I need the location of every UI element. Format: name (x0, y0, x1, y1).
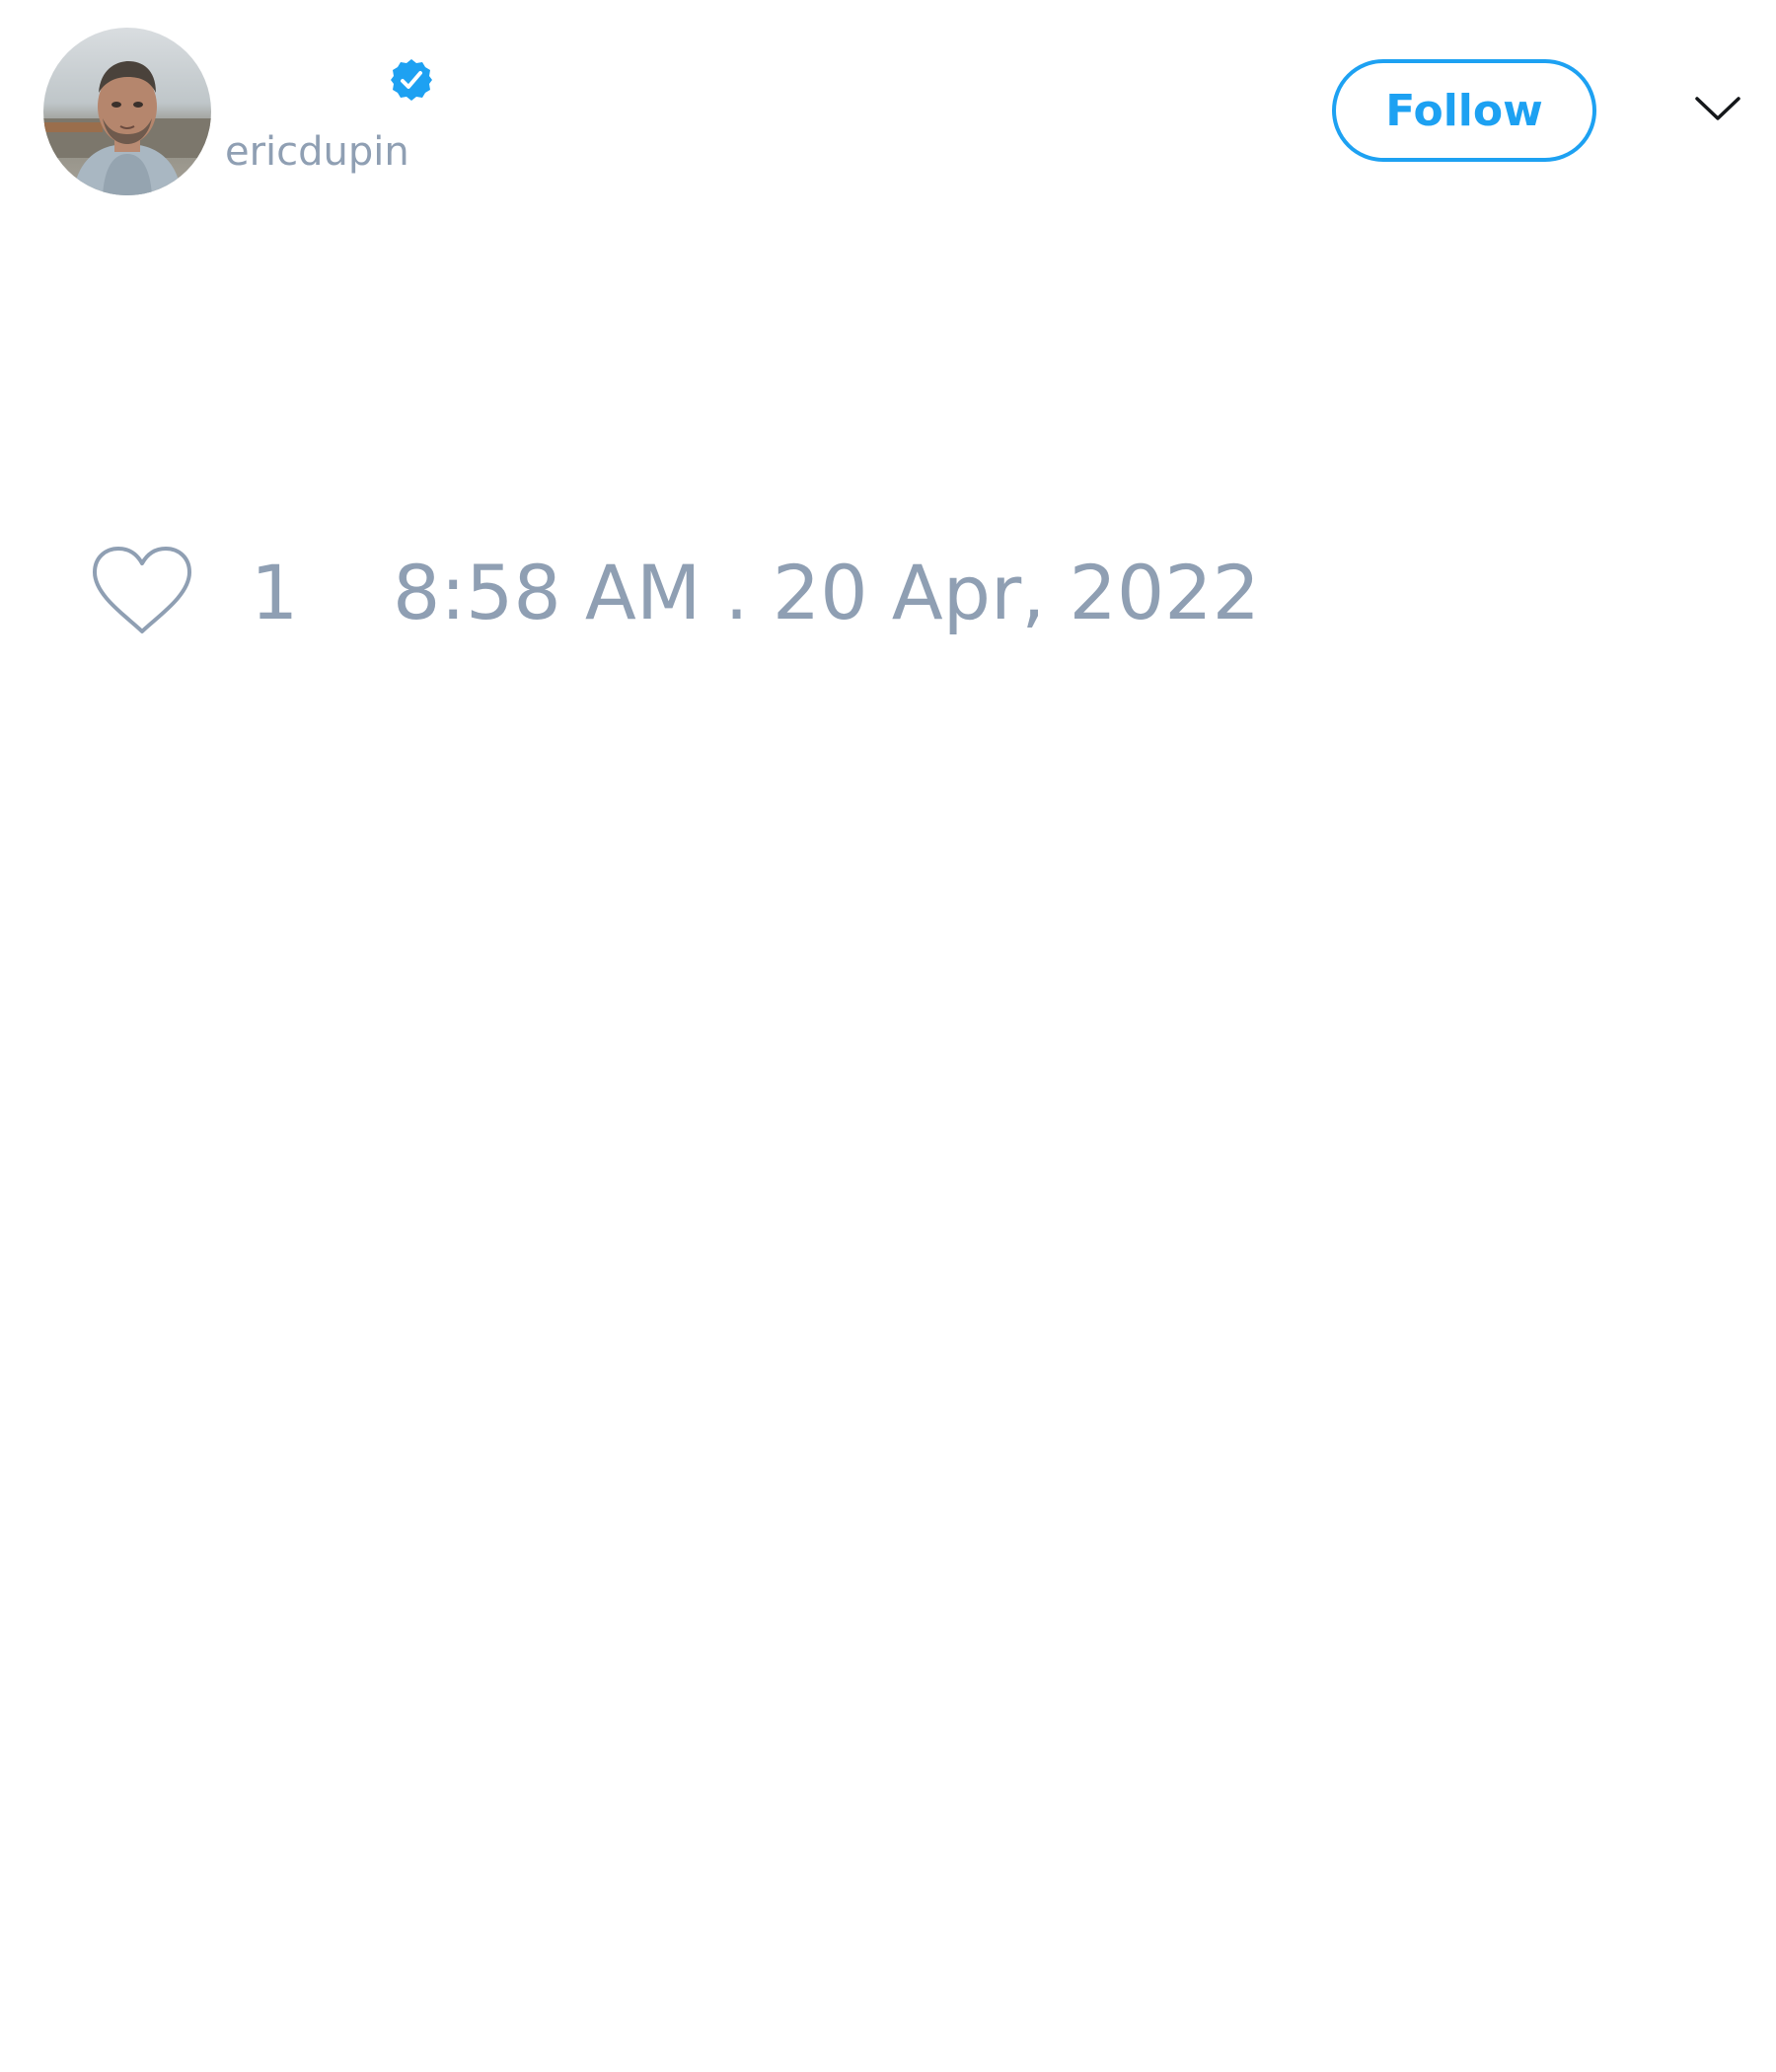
avatar-photo (43, 28, 211, 195)
author-handle[interactable]: ericdupin (225, 128, 409, 176)
avatar[interactable] (43, 28, 211, 195)
follow-button[interactable]: Follow (1332, 59, 1596, 162)
tweet-embed-card: ericdupin Follow 1 8:58 AM . 20 Apr, 202… (0, 0, 1776, 2072)
tweet-timestamp[interactable]: 8:58 AM . 20 Apr, 2022 (393, 551, 1260, 635)
chevron-down-icon[interactable] (1693, 89, 1742, 128)
tweet-header: ericdupin Follow (0, 0, 1776, 217)
verified-badge-icon (389, 57, 434, 103)
like-count: 1 (251, 549, 299, 636)
heart-outline-icon[interactable] (89, 543, 195, 637)
tweet-footer: 1 8:58 AM . 20 Apr, 2022 (0, 533, 1776, 651)
